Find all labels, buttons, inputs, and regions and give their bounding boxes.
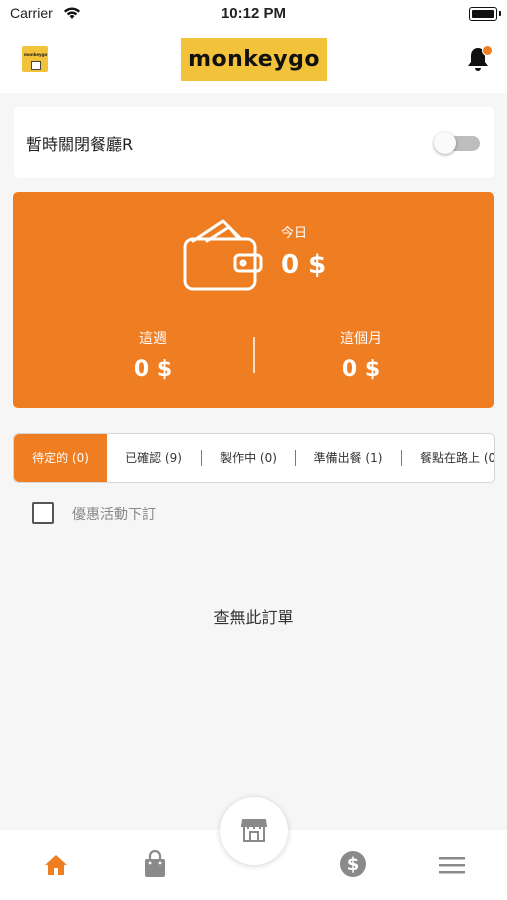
close-restaurant-card: 暫時關閉餐廳R	[14, 107, 494, 178]
today-label: 今日	[281, 226, 308, 241]
week-label: 這週	[139, 331, 167, 347]
clock: 10:12 PM	[220, 5, 287, 22]
month-earnings: 0 $	[341, 357, 381, 382]
tab-preparing[interactable]: 製作中 (0)	[202, 434, 295, 482]
week-earnings: 0 $	[133, 357, 173, 382]
close-restaurant-toggle[interactable]	[434, 132, 480, 154]
tab-on-the-way[interactable]: 餐點在路上 (0	[402, 434, 494, 482]
tab-confirmed[interactable]: 已確認 (9)	[107, 434, 200, 482]
shopping-bag-icon[interactable]	[143, 849, 167, 882]
promo-checkbox[interactable]	[32, 502, 54, 524]
menu-icon[interactable]	[439, 856, 465, 878]
dollar-icon[interactable]: $	[339, 850, 367, 882]
today-earnings: 0 $	[281, 250, 327, 280]
status-bar: Carrier 10:12 PM	[0, 0, 507, 28]
tab-ready[interactable]: 準備出餐 (1)	[296, 434, 400, 482]
tab-pending[interactable]: 待定的 (0)	[14, 434, 107, 482]
earnings-card: 今日 0 $ 這週 0 $ 這個月 0 $	[13, 192, 494, 408]
avatar-logo-text: monkeygo	[24, 52, 48, 57]
restaurant-avatar[interactable]: monkeygo	[22, 46, 48, 72]
close-restaurant-label: 暫時關閉餐廳R	[26, 135, 134, 154]
wallet-icon	[183, 217, 273, 296]
notification-dot	[482, 45, 493, 56]
promo-checkbox-label: 優惠活動下訂	[72, 507, 156, 523]
order-status-tabs: 待定的 (0) 已確認 (9) 製作中 (0) 準備出餐 (1) 餐點在路上 (…	[13, 433, 495, 483]
avatar-box-icon	[31, 61, 41, 70]
app-header: monkeygo monkeygo	[0, 28, 507, 93]
earnings-divider	[253, 337, 255, 373]
store-icon	[240, 817, 268, 847]
store-button[interactable]	[220, 797, 288, 865]
svg-text:$: $	[347, 854, 360, 875]
battery-icon	[469, 7, 501, 21]
brand-logo: monkeygo	[181, 38, 327, 81]
empty-orders-message: 查無此訂單	[213, 608, 294, 627]
month-label: 這個月	[340, 331, 382, 347]
home-icon[interactable]	[44, 854, 68, 880]
